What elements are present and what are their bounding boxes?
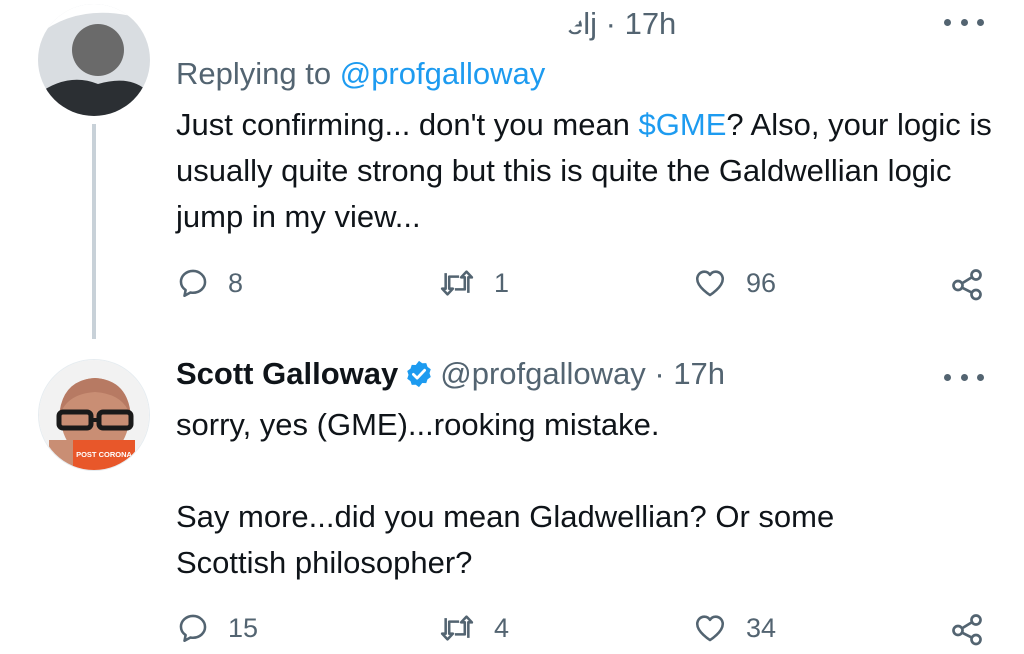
redaction-smear [150,0,590,38]
share-button[interactable] [948,611,986,647]
book-cover-text: POST CORONA [76,450,132,459]
replying-handle-link[interactable]: @profgalloway [340,56,546,91]
like-count: 96 [746,267,777,298]
timestamp[interactable]: 17h [625,6,677,41]
reply-count: 15 [228,612,259,643]
tweet-text: Just confirming... don't you mean $GME? … [176,107,992,234]
retweet-icon [440,270,474,296]
reply-count: 8 [228,267,244,298]
cashtag-link[interactable]: $GME [639,107,727,142]
reply-button[interactable]: 8 [176,266,243,300]
more-icon[interactable] [944,12,984,32]
display-name[interactable]: Scott Galloway [176,356,398,391]
tweet-scott-galloway[interactable]: POST CORONA Scott Galloway @profgalloway … [0,335,1024,654]
share-button[interactable] [948,266,986,302]
like-button[interactable]: 34 [692,611,776,645]
retweet-button[interactable]: 4 [438,611,509,645]
reply-icon [179,614,207,643]
share-icon [952,269,982,301]
reply-button[interactable]: 15 [176,611,258,645]
user-avatar[interactable] [38,4,150,116]
tweet-actions: 15 4 34 [0,611,1024,651]
replying-to: Replying to @profgalloway [176,56,546,91]
tweet-text: sorry, yes (GME)...rooking mistake. Say … [176,402,996,586]
retweet-count: 1 [494,267,510,298]
retweet-icon [440,615,474,641]
like-icon [695,270,725,297]
user-avatar[interactable]: POST CORONA [38,359,150,471]
thread-line [92,124,96,339]
timestamp[interactable]: 17h [673,356,725,391]
tweet-reply[interactable]: elj · 17h Replying to @profgalloway Just… [0,0,1024,339]
like-count: 34 [746,612,777,643]
retweet-button[interactable]: 1 [438,266,509,300]
retweet-count: 4 [494,612,510,643]
tweet-header: Scott Galloway @profgalloway · 17h [176,356,725,397]
like-icon [695,615,725,642]
share-icon [952,614,982,646]
tweet-paragraph: sorry, yes (GME)...rooking mistake. [176,407,660,442]
verified-icon [404,359,434,397]
more-icon[interactable] [944,367,984,387]
tweet-actions: 8 1 96 [0,266,1024,306]
handle[interactable]: @profgalloway [440,356,646,391]
tweet-paragraph: Say more...did you mean Gladwellian? Or … [176,499,835,580]
reply-icon [179,269,207,298]
like-button[interactable]: 96 [692,266,776,300]
